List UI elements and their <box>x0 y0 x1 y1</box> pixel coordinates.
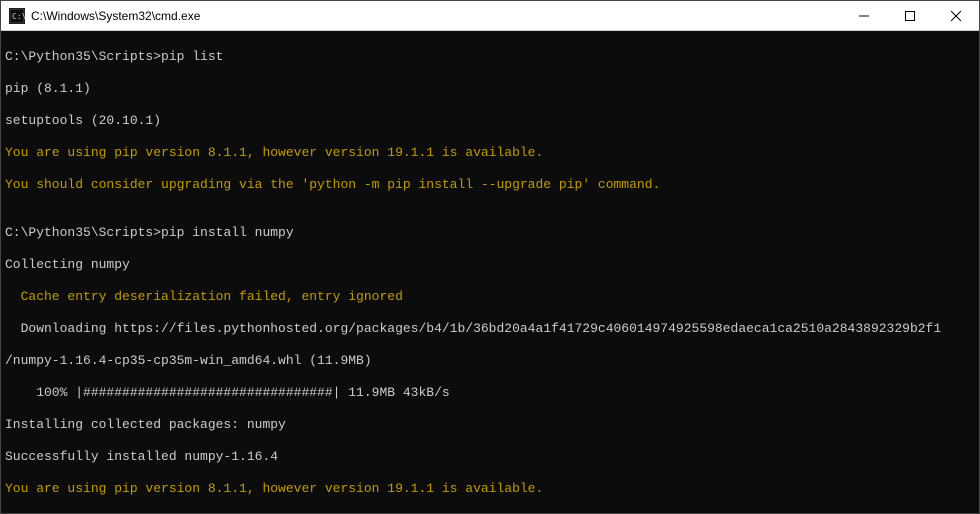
line-prompt-cmd1: C:\Python35\Scripts>pip list <box>5 49 975 65</box>
cmd-window: C:\ C:\Windows\System32\cmd.exe C:\Pytho… <box>0 0 980 514</box>
line-progress-numpy: 100% |################################| … <box>5 385 975 401</box>
terminal-output[interactable]: C:\Python35\Scripts>pip list pip (8.1.1)… <box>1 31 979 513</box>
cmd-text: pip install numpy <box>161 225 294 240</box>
maximize-button[interactable] <box>887 1 933 31</box>
line-installing-numpy: Installing collected packages: numpy <box>5 417 975 433</box>
prompt-path: C:\Python35\Scripts> <box>5 49 161 64</box>
line-warn1b: You should consider upgrading via the 'p… <box>5 177 975 193</box>
prompt-path: C:\Python35\Scripts> <box>5 225 161 240</box>
svg-text:C:\: C:\ <box>12 12 25 21</box>
line-download-numpy-a: Downloading https://files.pythonhosted.o… <box>5 321 975 337</box>
cmd-icon: C:\ <box>9 8 25 24</box>
line-setuptools: setuptools (20.10.1) <box>5 113 975 129</box>
cmd-text: pip list <box>161 49 223 64</box>
line-pip: pip (8.1.1) <box>5 81 975 97</box>
window-title: C:\Windows\System32\cmd.exe <box>31 9 200 23</box>
close-button[interactable] <box>933 1 979 31</box>
minimize-button[interactable] <box>841 1 887 31</box>
line-download-numpy-b: /numpy-1.16.4-cp35-cp35m-win_amd64.whl (… <box>5 353 975 369</box>
line-warn2a: You are using pip version 8.1.1, however… <box>5 481 975 497</box>
line-success-numpy: Successfully installed numpy-1.16.4 <box>5 449 975 465</box>
line-collecting-numpy: Collecting numpy <box>5 257 975 273</box>
line-cache-warn1: Cache entry deserialization failed, entr… <box>5 289 975 305</box>
title-bar[interactable]: C:\ C:\Windows\System32\cmd.exe <box>1 1 979 31</box>
line-prompt-cmd2: C:\Python35\Scripts>pip install numpy <box>5 225 975 241</box>
line-warn1a: You are using pip version 8.1.1, however… <box>5 145 975 161</box>
